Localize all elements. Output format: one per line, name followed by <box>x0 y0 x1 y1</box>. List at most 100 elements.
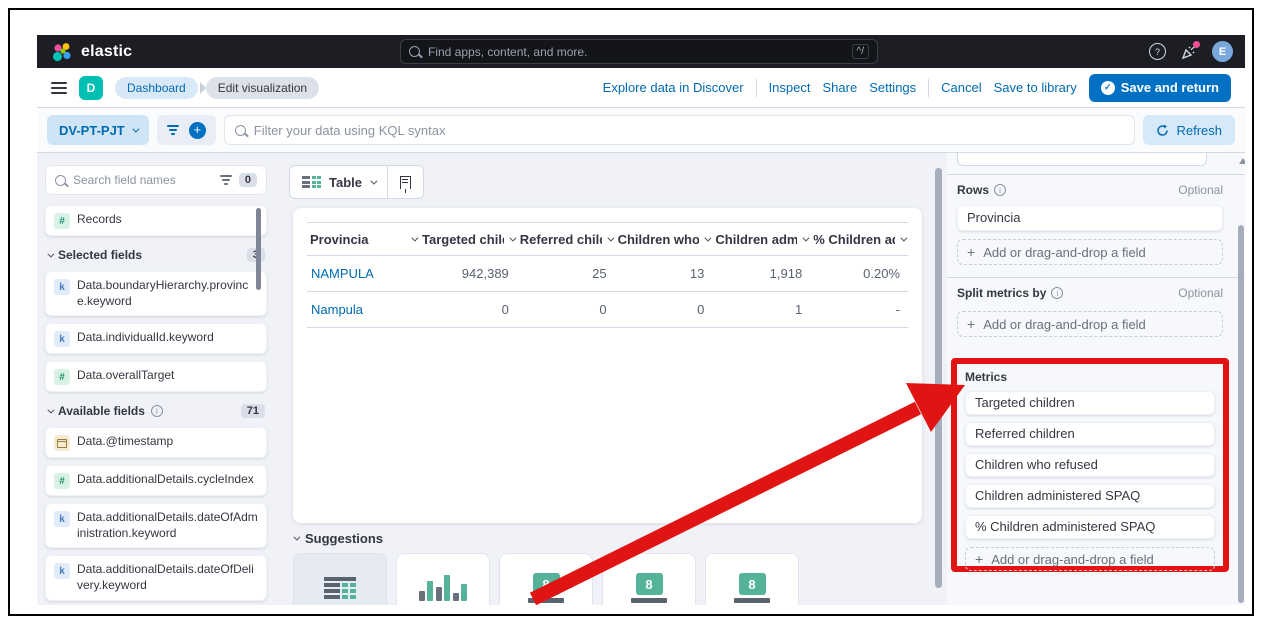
kql-search-bar[interactable] <box>224 115 1136 145</box>
share-link[interactable]: Share <box>822 80 857 95</box>
cancel-link[interactable]: Cancel <box>941 80 981 95</box>
provincia-link[interactable]: Nampula <box>307 302 419 317</box>
field-item[interactable]: Data.additionalDetails.cycleIndex <box>45 465 267 496</box>
data-view-picker[interactable]: DV-PT-PJT <box>47 115 149 145</box>
available-fields-section[interactable]: Available fields i 71 <box>47 404 265 418</box>
metric-pct-children-administered[interactable]: % Children administered SPAQ <box>965 515 1215 539</box>
suggestion-metric-1[interactable]: 8 <box>499 553 593 605</box>
datatable-card: Provincia Targeted children Referred chi… <box>293 208 922 523</box>
keyword-field-icon <box>54 563 70 579</box>
field-list-sidebar: 0 Records Selected fields 3 Data.boundar… <box>45 165 267 605</box>
provincia-link[interactable]: NAMPULA <box>307 266 419 281</box>
optional-label: Optional <box>1178 286 1223 300</box>
info-icon: i <box>994 184 1006 196</box>
keyboard-shortcut-hint: ^/ <box>852 44 869 59</box>
search-icon <box>235 125 246 136</box>
field-item[interactable]: Data.@timestamp <box>45 427 267 458</box>
user-avatar[interactable]: E <box>1212 41 1233 62</box>
table-row: NAMPULA 942,389 25 13 1,918 0.20% <box>307 256 908 292</box>
query-bar: DV-PT-PJT + Refresh <box>37 108 1245 153</box>
chart-type-switcher: Table <box>289 165 424 199</box>
date-field-icon <box>54 435 70 451</box>
global-search[interactable]: ^/ <box>400 39 878 64</box>
suggestion-metric-3[interactable]: 8 <box>705 553 799 605</box>
chevron-down-icon <box>509 234 516 241</box>
filter-icon[interactable] <box>167 125 179 135</box>
field-filter-count: 0 <box>239 173 257 187</box>
chevron-down-icon <box>47 250 54 257</box>
global-search-input[interactable] <box>428 45 844 59</box>
visual-options-icon <box>400 176 411 189</box>
column-header-administered[interactable]: Children administered <box>712 232 810 247</box>
field-records[interactable]: Records <box>45 205 267 236</box>
add-metric-field-button[interactable]: + Add or drag-and-drop a field <box>965 547 1215 571</box>
scroll-up-icon[interactable] <box>1239 158 1245 164</box>
field-item[interactable]: Data.overallTarget <box>45 361 267 392</box>
suggestion-bar-chart[interactable] <box>396 553 490 605</box>
breadcrumb-separator-icon <box>200 82 206 94</box>
column-header-provincia[interactable]: Provincia <box>307 232 419 247</box>
inspect-link[interactable]: Inspect <box>769 80 811 95</box>
metric-referred-children[interactable]: Referred children <box>965 422 1215 446</box>
field-item[interactable]: Data.individualId.keyword <box>45 323 267 354</box>
metric-icon: 8 <box>528 573 564 603</box>
refresh-button[interactable]: Refresh <box>1143 115 1235 145</box>
workspace-scrollbar[interactable] <box>935 168 942 588</box>
plus-icon: + <box>975 551 983 567</box>
sidebar-scrollbar[interactable] <box>256 208 261 290</box>
kql-input[interactable] <box>254 123 1125 138</box>
field-item[interactable]: Data.additionalDetails.dateOfDelivery.ke… <box>45 555 267 600</box>
layer-config-panel: Rows i Optional Provincia + Add or drag-… <box>947 153 1245 605</box>
panel-scrollbar[interactable] <box>1238 225 1244 603</box>
help-icon[interactable]: ? <box>1149 43 1166 60</box>
divider <box>756 79 757 97</box>
metrics-highlight-box: Metrics Targeted children Referred child… <box>951 358 1229 572</box>
field-filter-icon[interactable] <box>220 175 232 185</box>
keyword-field-icon <box>54 331 70 347</box>
visual-options-button[interactable] <box>387 166 423 198</box>
metric-children-administered[interactable]: Children administered SPAQ <box>965 484 1215 508</box>
suggestions-section[interactable]: Suggestions <box>293 531 383 546</box>
save-and-return-button[interactable]: ✓ Save and return <box>1089 74 1231 102</box>
explore-data-link[interactable]: Explore data in Discover <box>603 80 744 95</box>
rows-dimension-provincia[interactable]: Provincia <box>957 205 1223 231</box>
topbar-actions: ? E <box>1149 35 1233 68</box>
add-rows-field-button[interactable]: + Add or drag-and-drop a field <box>957 239 1223 265</box>
config-pill-partial[interactable] <box>957 153 1207 166</box>
selected-fields-section[interactable]: Selected fields 3 <box>47 248 265 262</box>
metric-targeted-children[interactable]: Targeted children <box>965 391 1215 415</box>
chevron-down-icon <box>803 234 810 241</box>
table-suggestion-icon <box>324 577 356 599</box>
column-header-pct-administered[interactable]: % Children administered <box>810 232 908 247</box>
suggestion-table[interactable] <box>293 553 387 605</box>
add-filter-icon[interactable]: + <box>189 122 206 139</box>
suggestion-metric-2[interactable]: 8 <box>602 553 696 605</box>
chart-type-button[interactable]: Table <box>290 166 387 198</box>
table-header-row: Provincia Targeted children Referred chi… <box>307 222 908 256</box>
top-navigation-bar: elastic ^/ ? E <box>37 35 1245 68</box>
split-metrics-label: Split metrics by <box>957 286 1046 300</box>
add-split-field-button[interactable]: + Add or drag-and-drop a field <box>957 311 1223 337</box>
bar-chart-icon <box>419 575 468 601</box>
column-header-targeted[interactable]: Targeted children <box>419 232 517 247</box>
column-header-refused[interactable]: Children who refused <box>615 232 713 247</box>
newsfeed-icon[interactable] <box>1180 43 1198 61</box>
space-badge[interactable]: D <box>79 76 103 100</box>
column-header-referred[interactable]: Referred children <box>517 232 615 247</box>
chevron-down-icon <box>411 234 418 241</box>
field-search[interactable]: 0 <box>45 165 267 195</box>
field-search-input[interactable] <box>73 173 213 187</box>
settings-link[interactable]: Settings <box>869 80 916 95</box>
table-row: Nampula 0 0 0 1 - <box>307 292 908 328</box>
menu-icon[interactable] <box>51 82 67 94</box>
chevron-down-icon <box>370 177 377 184</box>
field-item[interactable]: Data.additionalDetails.dateOfAdministrat… <box>45 503 267 548</box>
number-field-icon <box>54 369 70 385</box>
search-icon <box>409 46 420 57</box>
breadcrumb-dashboard[interactable]: Dashboard <box>115 77 198 99</box>
field-item[interactable]: Data.boundaryHierarchy.province.keyword <box>45 271 267 316</box>
elastic-logo[interactable]: elastic <box>51 41 132 63</box>
filter-controls: + <box>157 115 216 145</box>
save-to-library-link[interactable]: Save to library <box>994 80 1077 95</box>
metric-children-refused[interactable]: Children who refused <box>965 453 1215 477</box>
